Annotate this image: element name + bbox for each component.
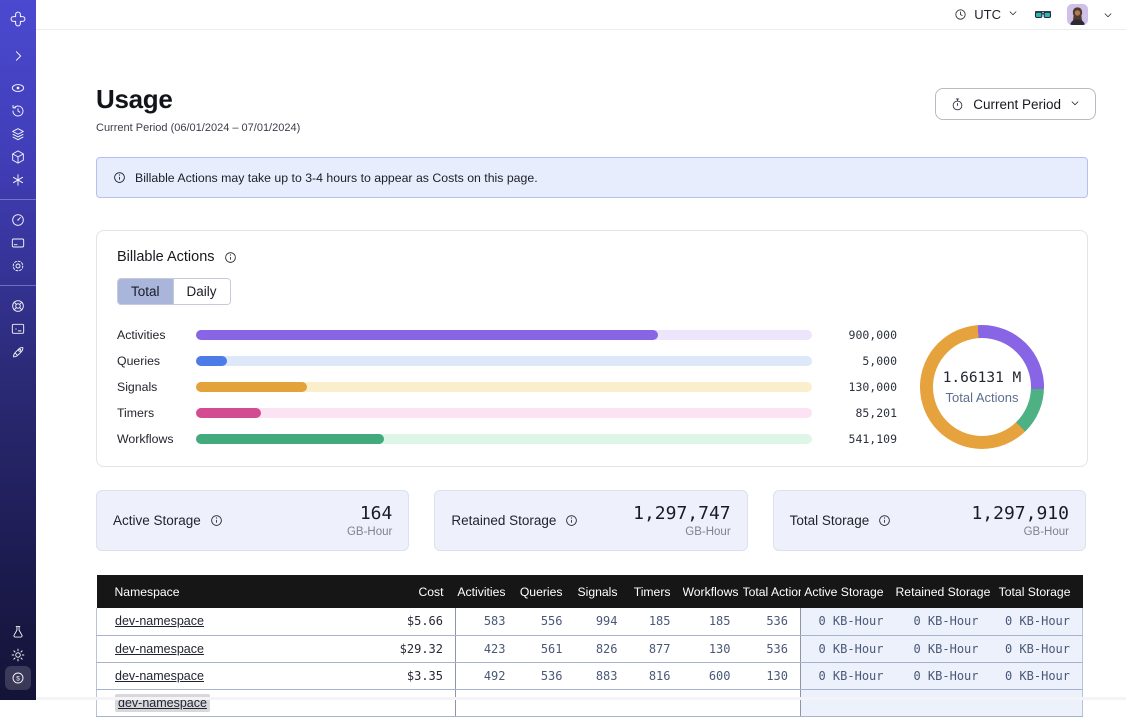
namespace-link[interactable]: dev-namespace xyxy=(115,614,204,628)
retained-storage-label: Retained Storage xyxy=(451,513,556,528)
topbar: UTC xyxy=(36,0,1126,30)
usage-gauge-icon[interactable] xyxy=(3,208,33,231)
rocket-icon[interactable] xyxy=(3,340,33,363)
col-active-storage: Active Storage xyxy=(801,575,896,608)
labs-flask-icon[interactable] xyxy=(3,620,33,643)
col-retained-storage: Retained Storage xyxy=(896,575,991,608)
col-timers: Timers xyxy=(630,575,683,608)
billable-actions-chart: Activities 900,000 Queries 5,000 Signals… xyxy=(117,322,1067,452)
chevron-down-icon xyxy=(1007,7,1019,22)
col-activities: Activities xyxy=(456,575,518,608)
theme-sun-icon[interactable] xyxy=(3,643,33,666)
bar-queries: Queries 5,000 xyxy=(117,348,897,374)
sidebar-divider xyxy=(0,285,36,286)
active-storage-value: 164 xyxy=(347,503,392,524)
retained-storage-value: 1,297,747 xyxy=(633,503,731,524)
retained-storage-card: Retained Storage 1,297,747 GB-Hour xyxy=(434,490,747,551)
storage-summary-row: Active Storage 164 GB-Hour Retained Stor… xyxy=(96,490,1086,551)
view-toggle: Total Daily xyxy=(117,278,231,305)
stopwatch-icon xyxy=(950,97,965,112)
tab-daily[interactable]: Daily xyxy=(173,279,230,304)
col-signals: Signals xyxy=(575,575,630,608)
active-storage-card: Active Storage 164 GB-Hour xyxy=(96,490,409,551)
total-storage-label: Total Storage xyxy=(790,513,870,528)
table-row-partial: dev-namespace xyxy=(97,689,1083,716)
table-row: dev-namespace $5.66 583 556 994 185 185 … xyxy=(97,608,1083,635)
table-row: dev-namespace $3.35 492 536 883 816 600 … xyxy=(97,662,1083,689)
namespace-usage-table: Namespace Cost Activities Queries Signal… xyxy=(96,575,1083,717)
goggles-icon[interactable] xyxy=(1033,5,1053,25)
settings-gear-icon[interactable] xyxy=(3,254,33,277)
active-storage-label: Active Storage xyxy=(113,513,201,528)
main-content: Usage Current Period (06/01/2024 – 07/01… xyxy=(36,30,1126,700)
info-icon[interactable] xyxy=(564,513,579,528)
timezone-label: UTC xyxy=(974,7,1001,22)
info-banner: Billable Actions may take up to 3-4 hour… xyxy=(96,157,1088,198)
bar-workflows: Workflows 541,109 xyxy=(117,426,897,452)
total-actions-value: 1.66131 M xyxy=(943,370,1022,386)
billable-actions-card: Billable Actions Total Daily Activities … xyxy=(96,230,1088,467)
temporal-logo-icon[interactable] xyxy=(3,7,33,30)
col-total-actions: Total Actions xyxy=(743,575,801,608)
total-storage-value: 1,297,910 xyxy=(971,503,1069,524)
col-workflows: Workflows xyxy=(683,575,743,608)
banner-text: Billable Actions may take up to 3-4 hour… xyxy=(135,171,538,185)
page-subtitle: Current Period (06/01/2024 – 07/01/2024) xyxy=(96,122,300,134)
sidebar-divider xyxy=(0,199,36,200)
support-lifebuoy-icon[interactable] xyxy=(3,294,33,317)
total-storage-unit: GB-Hour xyxy=(971,526,1069,538)
page-title: Usage xyxy=(96,84,300,115)
svg-text:$: $ xyxy=(16,675,20,682)
history-clock-icon[interactable] xyxy=(3,99,33,122)
user-avatar[interactable] xyxy=(1067,4,1088,25)
col-queries: Queries xyxy=(518,575,575,608)
info-icon[interactable] xyxy=(223,250,238,265)
table-header-row: Namespace Cost Activities Queries Signal… xyxy=(97,575,1083,608)
active-storage-unit: GB-Hour xyxy=(347,526,392,538)
info-icon[interactable] xyxy=(877,513,892,528)
period-button-label: Current Period xyxy=(973,97,1061,112)
info-icon[interactable] xyxy=(209,513,224,528)
deployments-cube-icon[interactable] xyxy=(3,145,33,168)
namespace-link[interactable]: dev-namespace xyxy=(115,669,204,683)
col-total-storage: Total Storage xyxy=(991,575,1083,608)
bar-activities: Activities 900,000 xyxy=(117,322,897,348)
namespaces-eye-icon[interactable] xyxy=(3,76,33,99)
page-header: Usage Current Period (06/01/2024 – 07/01… xyxy=(96,84,1096,134)
table-row: dev-namespace $29.32 423 561 826 877 130… xyxy=(97,635,1083,662)
col-cost: Cost xyxy=(371,575,456,608)
credits-coin-icon[interactable]: $ xyxy=(5,666,31,690)
console-icon[interactable] xyxy=(3,317,33,340)
bar-timers: Timers 85,201 xyxy=(117,400,897,426)
info-icon xyxy=(112,170,127,185)
total-storage-card: Total Storage 1,297,910 GB-Hour xyxy=(773,490,1086,551)
tab-total[interactable]: Total xyxy=(118,279,173,304)
billable-actions-title: Billable Actions xyxy=(117,249,215,265)
schedules-layers-icon[interactable] xyxy=(3,122,33,145)
col-namespace: Namespace xyxy=(97,575,371,608)
retained-storage-unit: GB-Hour xyxy=(633,526,731,538)
bar-signals: Signals 130,000 xyxy=(117,374,897,400)
namespace-link[interactable]: dev-namespace xyxy=(115,642,204,656)
billing-card-icon[interactable] xyxy=(3,231,33,254)
expand-sidebar-icon[interactable] xyxy=(3,44,33,67)
clock-icon xyxy=(953,7,968,22)
sidebar: $ xyxy=(0,0,36,700)
account-chevron-down-icon[interactable] xyxy=(1102,9,1114,21)
total-actions-label: Total Actions xyxy=(946,390,1019,405)
nexus-asterisk-icon[interactable] xyxy=(3,168,33,191)
period-selector-button[interactable]: Current Period xyxy=(935,88,1096,120)
timezone-selector[interactable]: UTC xyxy=(953,7,1019,22)
total-actions-donut: 1.66131 M Total Actions xyxy=(920,325,1044,449)
chevron-down-icon xyxy=(1069,97,1081,112)
